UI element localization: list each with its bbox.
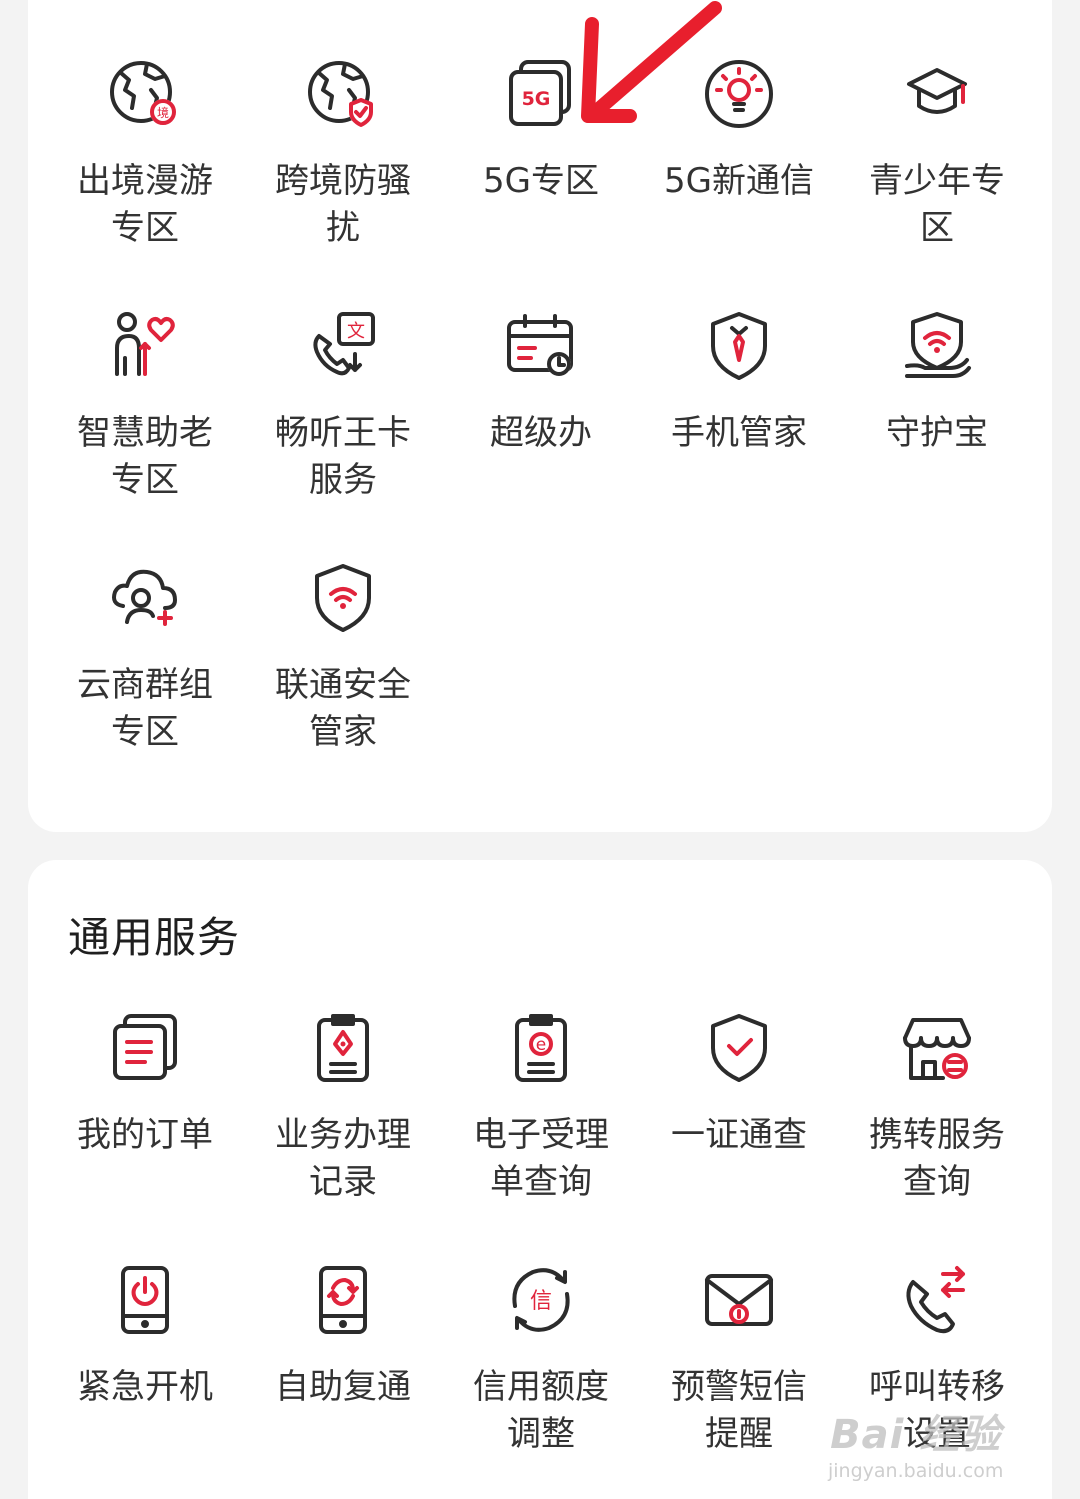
order-list-icon <box>107 1010 183 1086</box>
tile-label: 预警短信提醒 <box>671 1367 807 1454</box>
phone-translate-icon: 文 <box>305 308 381 384</box>
tile-label: 青少年专区 <box>869 161 1005 248</box>
tile-super-handle[interactable]: 超级办 <box>442 308 640 560</box>
tile-outbound-roaming[interactable]: 境 出境漫游专区 <box>46 56 244 308</box>
store-transfer-icon <box>899 1010 975 1086</box>
5g-text: 5G <box>522 88 551 110</box>
tile-phone-manager[interactable]: 手机管家 <box>640 308 838 560</box>
tile-label: 5G新通信 <box>664 161 814 201</box>
tile-business-records[interactable]: 业务办理记录 <box>244 1010 442 1262</box>
tile-label: 紧急开机 <box>77 1367 213 1407</box>
tile-self-service-restore[interactable]: 自助复通 <box>244 1262 442 1499</box>
calendar-clock-icon <box>503 308 579 384</box>
clipboard-pen-icon <box>305 1010 381 1086</box>
shield-wifi-hand-icon <box>899 308 975 384</box>
graduation-cap-icon <box>899 56 975 132</box>
clipboard-e-icon: e <box>503 1010 579 1086</box>
special-services-card: 境 出境漫游专区 跨境防骚扰 5G 5G专区 5G新通信 青少年专区 智慧助老专… <box>28 0 1052 832</box>
globe-border-icon: 境 <box>107 56 183 132</box>
tile-alert-sms-reminder[interactable]: 预警短信提醒 <box>640 1262 838 1499</box>
tile-cross-border-anti-harassment[interactable]: 跨境防骚扰 <box>244 56 442 308</box>
tile-cloud-business-group[interactable]: 云商群组专区 <box>46 560 244 812</box>
tile-label: 超级办 <box>490 413 592 453</box>
tile-my-orders[interactable]: 我的订单 <box>46 1010 244 1262</box>
baidu-watermark: Bai 经验 jingyan.baidu.com <box>828 1402 1003 1482</box>
cloud-user-icon <box>107 560 183 636</box>
phone-refresh-icon <box>305 1262 381 1338</box>
tile-e-receipt-query[interactable]: e 电子受理单查询 <box>442 1010 640 1262</box>
credit-cycle-icon: 信 <box>503 1262 579 1338</box>
tile-label: 智慧助老专区 <box>77 413 213 500</box>
tile-label: 一证通查 <box>671 1115 807 1155</box>
section-title: 通用服务 <box>68 913 241 962</box>
tile-number-portability-query[interactable]: 携转服务查询 <box>838 1010 1036 1262</box>
credit-text: 信 <box>530 1289 552 1314</box>
elder-heart-icon <box>107 308 183 384</box>
tile-label: 守护宝 <box>886 413 988 453</box>
tile-king-card-service[interactable]: 文 畅听王卡服务 <box>244 308 442 560</box>
tile-label: 出境漫游专区 <box>77 161 213 248</box>
tile-label: 联通安全管家 <box>275 665 411 752</box>
tile-label: 畅听王卡服务 <box>275 413 411 500</box>
tile-emergency-power-on[interactable]: 紧急开机 <box>46 1262 244 1499</box>
tile-unicom-security-manager[interactable]: 联通安全管家 <box>244 560 442 812</box>
watermark-line2: jingyan.baidu.com <box>828 1460 1004 1482</box>
e-text: e <box>536 1035 546 1055</box>
tile-label: 手机管家 <box>671 413 807 453</box>
tile-label: 信用额度调整 <box>473 1367 609 1454</box>
shield-wifi-icon <box>305 560 381 636</box>
tile-label: 跨境防骚扰 <box>275 161 411 248</box>
tile-credit-limit-adjust[interactable]: 信 信用额度调整 <box>442 1262 640 1499</box>
tile-label: 业务办理记录 <box>275 1115 411 1202</box>
tile-label: 携转服务查询 <box>869 1115 1005 1202</box>
shield-tie-icon <box>701 308 777 384</box>
call-forward-icon <box>899 1262 975 1338</box>
tile-label: 我的订单 <box>77 1115 213 1155</box>
tile-one-id-check[interactable]: 一证通查 <box>640 1010 838 1262</box>
svg-text:境: 境 <box>157 105 169 120</box>
tile-smart-elderly-zone[interactable]: 智慧助老专区 <box>46 308 244 560</box>
phone-power-icon <box>107 1262 183 1338</box>
tile-label: 电子受理单查询 <box>473 1115 609 1202</box>
shield-check-icon <box>701 1010 777 1086</box>
tile-youth-zone[interactable]: 青少年专区 <box>838 56 1036 308</box>
tile-label: 云商群组专区 <box>77 665 213 752</box>
tile-guardian-treasure[interactable]: 守护宝 <box>838 308 1036 560</box>
red-arrow-annotation-icon <box>581 1 722 123</box>
tile-label: 自助复通 <box>275 1367 411 1407</box>
globe-shield-icon <box>305 56 381 132</box>
tile-label: 5G专区 <box>483 161 599 201</box>
translate-text: 文 <box>347 321 365 342</box>
5g-card-icon: 5G <box>503 56 579 132</box>
envelope-alert-icon <box>701 1262 777 1338</box>
special-services-grid: 境 出境漫游专区 跨境防骚扰 5G 5G专区 5G新通信 青少年专区 智慧助老专… <box>46 56 1036 812</box>
watermark-line1: Bai 经验 <box>830 1412 1002 1458</box>
